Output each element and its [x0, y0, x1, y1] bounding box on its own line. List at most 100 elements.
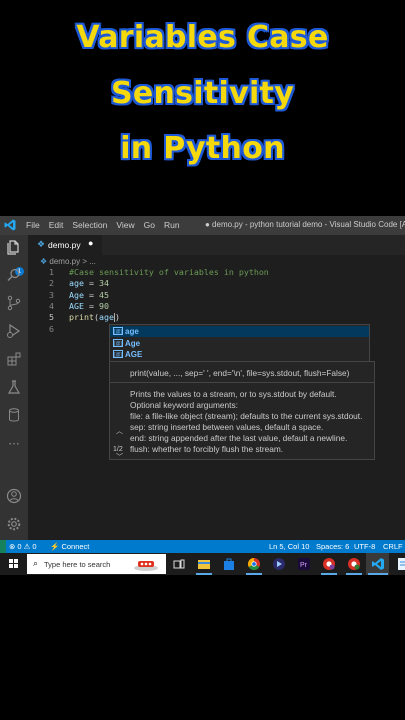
vscode-taskbar-icon[interactable] — [371, 557, 385, 571]
code-token: AGE — [69, 300, 84, 311]
database-icon[interactable] — [5, 407, 23, 425]
variable-icon: [@] — [113, 338, 123, 347]
windows-start-icon[interactable] — [9, 559, 19, 569]
active-app-underline — [196, 573, 212, 575]
menu-bar: File Edit Selection View Go Run ● demo.py - p… — [0, 216, 405, 235]
menu-selection[interactable]: Selection — [72, 220, 107, 230]
breadcrumb-separator: > — [82, 257, 87, 266]
line-number: 1 — [49, 267, 54, 277]
divider — [110, 382, 374, 383]
suggestion-item[interactable]: [@] age — [110, 326, 369, 337]
variable-icon: [@] — [113, 327, 123, 335]
line-number: 2 — [49, 278, 54, 289]
code-line[interactable]: 1 #Case sensitivity of variables in pytho… — [28, 267, 405, 278]
indentation[interactable]: Spaces: 6 — [316, 542, 349, 551]
extensions-icon[interactable] — [5, 351, 23, 369]
taskbar-search-placeholder: Type here to search — [44, 560, 111, 569]
chrome-profile-icon[interactable] — [322, 557, 336, 571]
menu-edit[interactable]: Edit — [49, 220, 64, 230]
doc-line: sep: string inserted between values, def… — [130, 422, 324, 432]
doc-line: Optional keyword arguments: — [130, 400, 238, 410]
status-bar: ⊗ 0 ⚠ 0 ⚡ Connect Ln 5, Col 10 Spaces: 6… — [0, 540, 405, 553]
code-token: = — [84, 300, 99, 311]
doc-line: end: string appended after the last valu… — [130, 433, 348, 443]
active-app-underline — [321, 573, 337, 575]
menu-run[interactable]: Run — [164, 220, 180, 230]
unsaved-dot-icon[interactable]: ● — [88, 238, 93, 248]
code-text: print(age) — [69, 312, 120, 323]
task-view-icon[interactable] — [172, 557, 186, 571]
doc-line: file: a file-like object (stream); defau… — [130, 411, 363, 421]
source-control-icon[interactable] — [5, 295, 23, 313]
code-token: 34 — [99, 278, 109, 289]
taskbar-search-box[interactable]: ⌕ Type here to search — [27, 554, 166, 574]
code-line[interactable]: 2 age = 34 — [28, 278, 405, 289]
chrome-profile-2-icon[interactable] — [347, 557, 361, 571]
settings-gear-icon[interactable] — [5, 516, 23, 534]
file-explorer-icon[interactable] — [197, 557, 211, 571]
function-docs: Prints the values to a stream, or to sys… — [130, 389, 362, 455]
code-line[interactable]: 5 print(age) — [28, 312, 405, 323]
chevron-up-icon[interactable]: ︿ — [116, 426, 123, 436]
tab-demo-py[interactable]: ❖ demo.py ● — [28, 235, 102, 255]
code-line[interactable]: 3 Age = 45 — [28, 290, 405, 301]
code-line[interactable]: 4 AGE = 90 — [28, 301, 405, 312]
window-title: ● demo.py - python tutorial demo - Visua… — [205, 220, 405, 229]
doc-line: Prints the values to a stream, or to sys… — [130, 389, 337, 399]
connect-label: Connect — [61, 542, 90, 551]
breadcrumb[interactable]: ❖ demo.py > ... — [40, 257, 96, 266]
explorer-icon[interactable] — [5, 239, 23, 257]
line-number: 4 — [49, 300, 54, 311]
active-app-underline — [368, 573, 388, 575]
notepad-icon[interactable] — [396, 557, 405, 571]
suggestion-item[interactable]: [@] AGE — [110, 349, 369, 360]
store-icon[interactable] — [222, 557, 236, 571]
premiere-pro-icon[interactable]: Pr — [297, 557, 311, 571]
suggestion-label: AGE — [125, 350, 143, 359]
code-token: = — [84, 278, 99, 289]
testing-icon[interactable] — [5, 379, 23, 397]
editor-tab-bar: ❖ demo.py ● — [28, 235, 405, 255]
code-text: Age = 45 — [69, 290, 109, 300]
menu-view[interactable]: View — [116, 220, 134, 230]
python-file-icon: ❖ — [37, 239, 46, 249]
run-debug-icon[interactable] — [5, 323, 23, 341]
code-text: age = 34 — [69, 278, 109, 288]
problems-indicator[interactable]: ⊗ 0 ⚠ 0 — [9, 542, 37, 551]
media-player-icon[interactable] — [272, 557, 286, 571]
search-icon[interactable] — [5, 267, 23, 285]
more-icon[interactable]: ··· — [5, 435, 23, 453]
code-token: = — [84, 289, 99, 300]
suggestion-item[interactable]: [@] Age — [110, 338, 369, 349]
breadcrumb-file[interactable]: demo.py — [49, 257, 80, 266]
code-token: Age — [69, 289, 84, 300]
code-token: age — [69, 278, 84, 289]
code-token: 45 — [99, 289, 109, 300]
chevron-down-icon[interactable]: ﹀ — [116, 452, 123, 462]
code-token: print — [69, 312, 94, 323]
overlay-title-line-2: Sensitivity — [110, 76, 295, 111]
search-icon: ⌕ — [33, 558, 39, 568]
cursor-position[interactable]: Ln 5, Col 10 — [269, 542, 309, 551]
overlay-title-line-3: in Python — [120, 131, 285, 166]
breadcrumb-rest[interactable]: ... — [89, 257, 96, 266]
menu-go[interactable]: Go — [144, 220, 155, 230]
connect-status[interactable]: ⚡ Connect — [50, 542, 89, 551]
suggest-widget: [@] age [@] Age [@] AGE — [109, 324, 370, 362]
menu-file[interactable]: File — [26, 220, 40, 230]
overlay-title-line-1: Variables Case — [76, 20, 329, 55]
chrome-icon[interactable] — [247, 557, 261, 571]
line-ending[interactable]: CRLF — [383, 542, 403, 551]
code-token: #Case sensitivity of variables in python — [69, 267, 269, 277]
search-highlight-image-icon — [134, 561, 158, 571]
activity-bar: 1 ··· — [0, 235, 28, 540]
account-icon[interactable] — [5, 488, 23, 506]
code-text: AGE = 90 — [69, 301, 109, 311]
function-signature: print(value, ..., sep=' ', end='\n', fil… — [130, 368, 350, 378]
encoding[interactable]: UTF-8 — [354, 542, 375, 551]
remote-indicator[interactable] — [0, 540, 6, 553]
active-app-underline — [346, 573, 362, 575]
svg-text:Pr: Pr — [300, 562, 308, 569]
suggestion-label: Age — [125, 338, 141, 348]
code-token: ) — [114, 312, 120, 323]
